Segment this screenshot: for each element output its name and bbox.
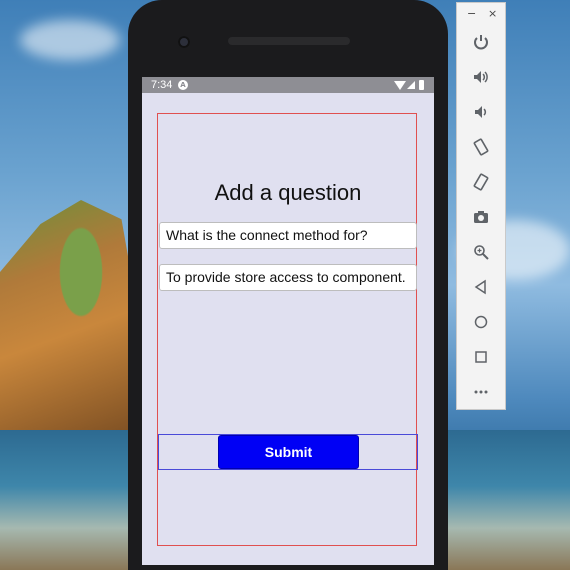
phone-screen: 7:34 A Add a question What is the connec… xyxy=(142,77,434,565)
cloud xyxy=(20,20,120,60)
volume-up-icon[interactable] xyxy=(470,66,492,88)
status-time: 7:34 xyxy=(151,79,173,91)
page-title: Add a question xyxy=(214,180,362,205)
more-icon[interactable] xyxy=(470,381,492,403)
rotate-right-icon[interactable] xyxy=(470,171,492,193)
app-notification-icon: A xyxy=(178,80,188,90)
submit-button[interactable]: Submit xyxy=(218,435,359,469)
home-icon[interactable] xyxy=(470,311,492,333)
battery-icon xyxy=(419,80,424,90)
rotate-left-icon[interactable] xyxy=(470,136,492,158)
camera-icon[interactable] xyxy=(470,206,492,228)
power-icon[interactable] xyxy=(470,31,492,53)
volume-down-icon[interactable] xyxy=(470,101,492,123)
signal-icon xyxy=(407,81,415,89)
status-bar: 7:34 A xyxy=(142,77,434,93)
question-input[interactable]: What is the connect method for? xyxy=(159,222,417,249)
overview-icon[interactable] xyxy=(470,346,492,368)
sea-arch-rock xyxy=(0,200,135,440)
zoom-icon[interactable] xyxy=(470,241,492,263)
toolbar-window-controls: − × xyxy=(457,7,507,21)
back-icon[interactable] xyxy=(470,276,492,298)
phone-speaker xyxy=(228,37,350,45)
submit-button-row: Submit xyxy=(158,434,418,470)
minimize-button[interactable]: − xyxy=(467,7,476,20)
emulator-toolbar: − × xyxy=(456,2,506,410)
answer-input[interactable]: To provide store access to component. xyxy=(159,264,417,291)
wifi-icon xyxy=(394,81,406,90)
close-button[interactable]: × xyxy=(488,7,497,20)
front-camera xyxy=(178,36,190,48)
form-container: Add a question What is the connect metho… xyxy=(157,113,418,546)
